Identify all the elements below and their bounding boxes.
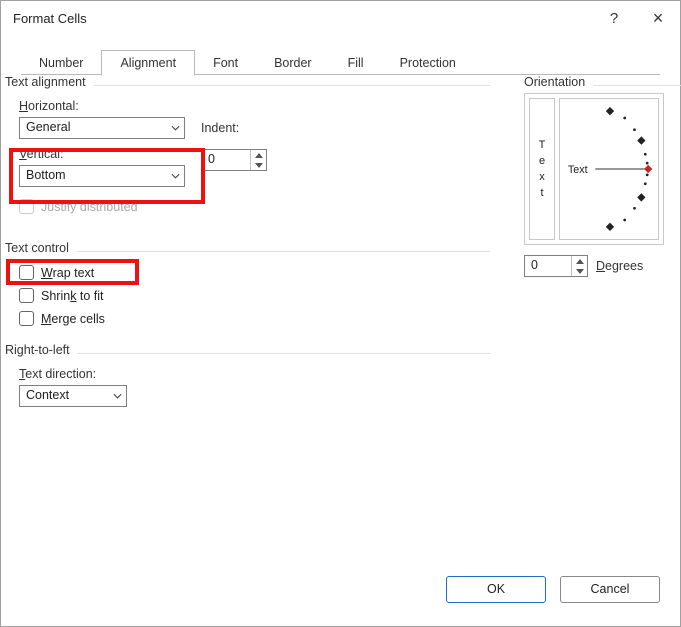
shrink-to-fit-checkbox[interactable] <box>19 288 34 303</box>
dialog-title: Format Cells <box>13 11 87 26</box>
ok-button[interactable]: OK <box>446 576 546 603</box>
text-direction-value: Context <box>20 386 108 406</box>
tab-border[interactable]: Border <box>256 51 330 75</box>
justify-checkbox <box>19 199 34 214</box>
tab-strip: Number Alignment Font Border Fill Protec… <box>21 49 660 75</box>
merge-cells-label: Merge cells <box>41 312 105 326</box>
chevron-down-icon <box>166 166 184 186</box>
tab-label: Alignment <box>120 56 176 70</box>
cancel-label: Cancel <box>591 582 630 596</box>
close-button[interactable]: × <box>636 1 680 35</box>
tab-font[interactable]: Font <box>195 51 256 75</box>
indent-value: 0 <box>202 150 250 170</box>
degrees-label: Degrees <box>596 259 643 273</box>
tab-label: Number <box>39 56 83 70</box>
orientation-vertical-text[interactable]: T e x t <box>529 98 555 240</box>
orientation-widget[interactable]: T e x t <box>524 93 664 245</box>
vertical-value: Bottom <box>20 166 166 186</box>
horizontal-label: Horizontal: <box>19 99 490 113</box>
spinner-down-icon[interactable] <box>251 160 266 170</box>
text-control-group-label: Text control <box>5 241 77 255</box>
horizontal-value: General <box>20 118 166 138</box>
close-icon: × <box>653 8 664 29</box>
spinner-up-icon[interactable] <box>251 150 266 160</box>
indent-spinner[interactable]: 0 <box>201 149 267 171</box>
merge-cells-checkbox[interactable] <box>19 311 34 326</box>
tab-label: Fill <box>348 56 364 70</box>
vertical-combo[interactable]: Bottom <box>19 165 185 187</box>
tab-label: Font <box>213 56 238 70</box>
help-icon: ? <box>610 10 618 27</box>
spinner-up-icon[interactable] <box>572 256 587 266</box>
orientation-text-label: Text <box>568 164 588 176</box>
cancel-button[interactable]: Cancel <box>560 576 660 603</box>
chevron-down-icon <box>166 118 184 138</box>
text-direction-combo[interactable]: Context <box>19 385 127 407</box>
vertical-label: Vertical: <box>19 147 185 161</box>
shrink-to-fit-label: Shrink to fit <box>41 289 104 303</box>
tab-protection[interactable]: Protection <box>382 51 474 75</box>
tab-fill[interactable]: Fill <box>330 51 382 75</box>
tab-number[interactable]: Number <box>21 51 101 75</box>
spinner-down-icon[interactable] <box>572 266 587 276</box>
orientation-dial[interactable]: Text <box>559 98 659 240</box>
chevron-down-icon <box>108 386 126 406</box>
wrap-text-label: Wrap text <box>41 266 94 280</box>
degrees-value: 0 <box>525 256 571 276</box>
tab-alignment[interactable]: Alignment <box>101 50 195 76</box>
text-direction-label: Text direction: <box>19 367 490 381</box>
help-button[interactable]: ? <box>592 1 636 35</box>
degrees-spinner[interactable]: 0 <box>524 255 588 277</box>
tab-label: Protection <box>400 56 456 70</box>
tab-label: Border <box>274 56 312 70</box>
dialog-footer: OK Cancel <box>1 570 680 626</box>
content-area: Text alignment Horizontal: General Inden… <box>1 75 680 570</box>
format-cells-dialog: Format Cells ? × Number Alignment Font B… <box>0 0 681 627</box>
rtl-group-label: Right-to-left <box>5 343 78 357</box>
orientation-group-label: Orientation <box>524 75 593 89</box>
indent-label: Indent: <box>201 121 239 135</box>
titlebar: Format Cells ? × <box>1 1 680 35</box>
horizontal-combo[interactable]: General <box>19 117 185 139</box>
wrap-text-checkbox[interactable] <box>19 265 34 280</box>
text-alignment-group-label: Text alignment <box>5 75 94 89</box>
ok-label: OK <box>487 582 505 596</box>
justify-label: Justify distributed <box>41 200 138 214</box>
